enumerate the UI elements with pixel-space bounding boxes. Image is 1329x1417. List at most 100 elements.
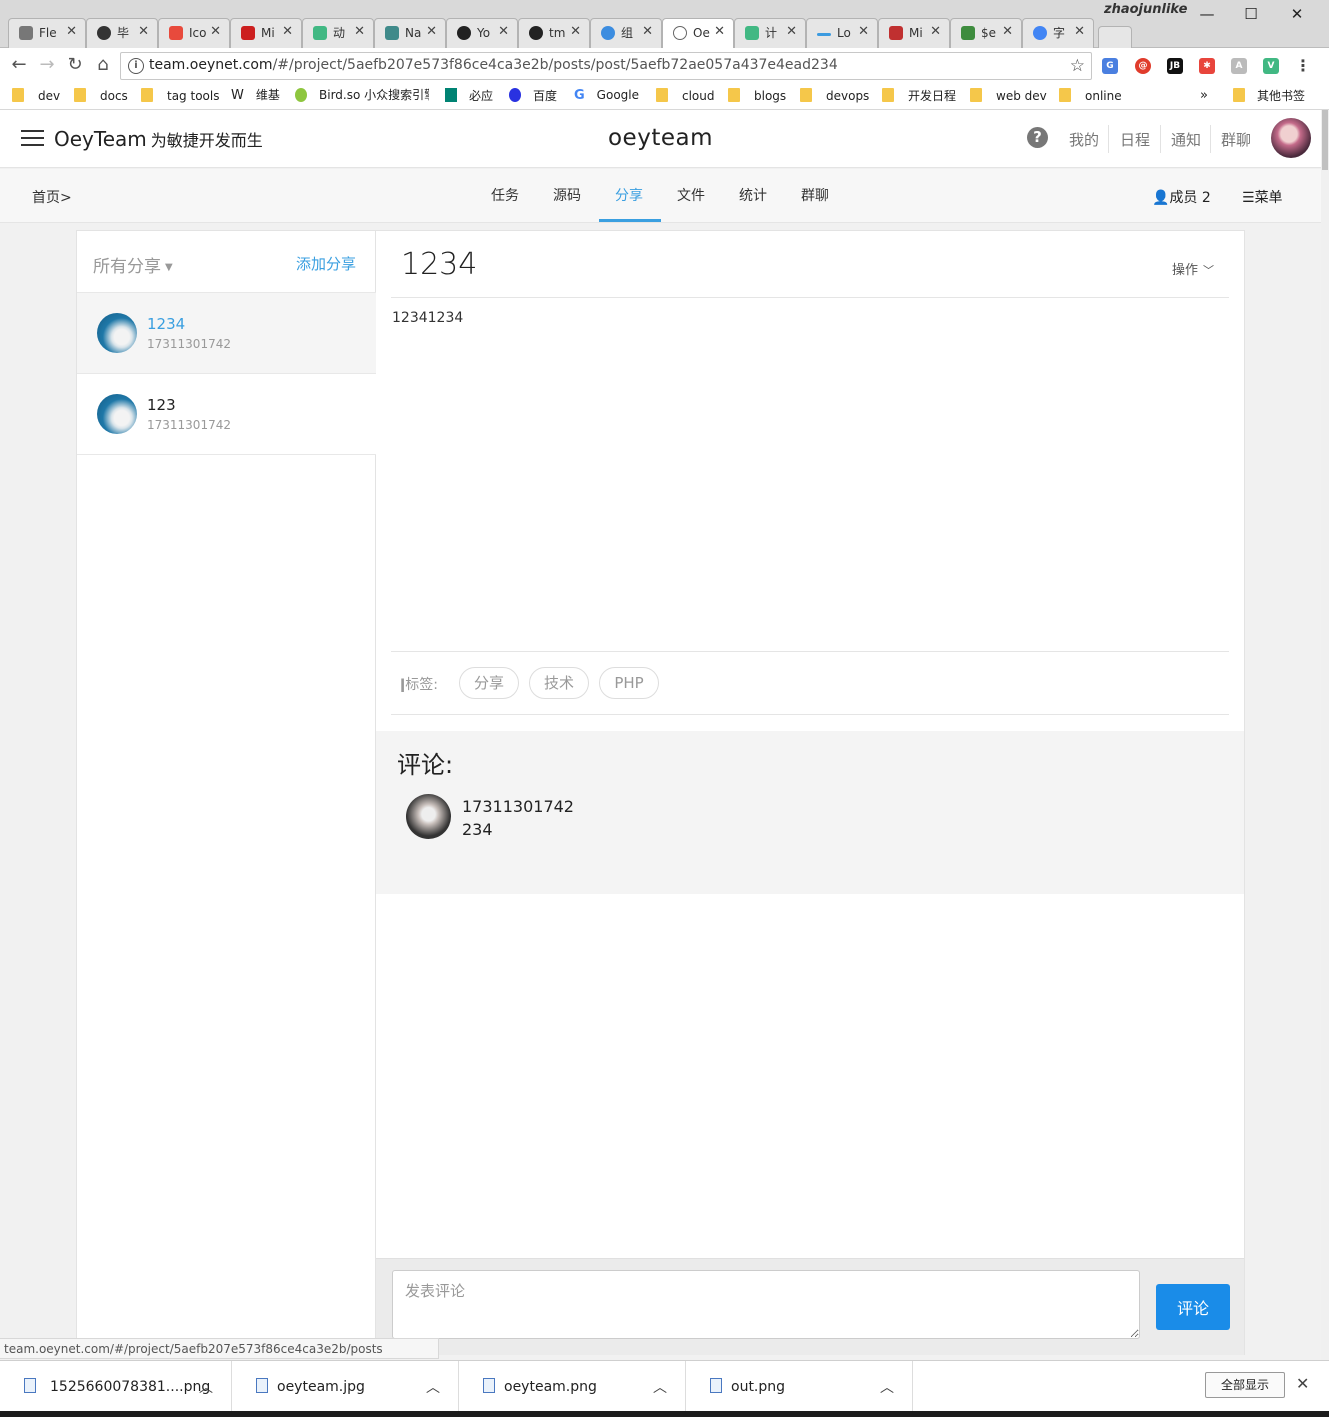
user-avatar[interactable]: [1271, 118, 1311, 158]
maximize-icon[interactable]: ☐: [1229, 2, 1273, 26]
download-item[interactable]: out.png ︿: [686, 1361, 913, 1412]
submit-comment-button[interactable]: 评论: [1156, 1284, 1230, 1330]
browser-tab[interactable]: 计 ✕: [734, 18, 806, 48]
close-tab-icon[interactable]: ✕: [210, 25, 221, 39]
extension-icon[interactable]: ✱: [1199, 58, 1215, 74]
close-window-icon[interactable]: ✕: [1275, 2, 1319, 26]
tab-stats[interactable]: 统计: [739, 185, 767, 205]
browser-tab[interactable]: Na ✕: [374, 18, 446, 48]
address-url[interactable]: team.oeynet.com/#/project/5aefb207e573f8…: [149, 57, 838, 73]
bookmark-item[interactable]: 开发日程: [882, 88, 956, 104]
chevron-up-icon[interactable]: ︿: [426, 1377, 440, 1397]
browser-tab[interactable]: Fle ✕: [8, 18, 86, 48]
jetbrains-extension-icon[interactable]: JB: [1167, 58, 1183, 74]
browser-tab-active[interactable]: Oe ✕: [662, 18, 734, 49]
browser-tab[interactable]: Mi ✕: [230, 18, 302, 48]
browser-tab[interactable]: 组 ✕: [590, 18, 662, 48]
close-tab-icon[interactable]: ✕: [1002, 25, 1013, 39]
close-tab-icon[interactable]: ✕: [426, 25, 437, 39]
download-item[interactable]: oeyteam.jpg ︿: [232, 1361, 459, 1412]
header-link-notifications[interactable]: 通知: [1171, 129, 1201, 150]
tag-chip[interactable]: 分享: [459, 667, 519, 699]
page-scrollbar[interactable]: [1321, 110, 1329, 1360]
browser-tab[interactable]: 字 ✕: [1022, 18, 1094, 48]
back-icon[interactable]: ←: [6, 52, 32, 78]
share-filter-dropdown[interactable]: 所有分享 ▼: [93, 252, 173, 277]
bookmark-item[interactable]: web dev: [970, 88, 1047, 104]
close-tab-icon[interactable]: ✕: [930, 25, 941, 39]
chevron-up-icon[interactable]: ︿: [880, 1377, 894, 1397]
header-link-mine[interactable]: 我的: [1069, 129, 1099, 150]
bookmark-item[interactable]: 百度: [509, 88, 557, 104]
tab-tasks[interactable]: 任务: [491, 185, 519, 205]
translate-extension-icon[interactable]: G: [1102, 58, 1118, 74]
tab-share[interactable]: 分享: [615, 185, 643, 205]
help-icon[interactable]: ?: [1027, 127, 1048, 148]
vue-devtools-icon[interactable]: V: [1263, 58, 1279, 74]
address-bar[interactable]: i team.oeynet.com/#/project/5aefb207e573…: [120, 52, 1092, 80]
minimize-icon[interactable]: —: [1185, 2, 1229, 26]
header-link-calendar[interactable]: 日程: [1120, 129, 1150, 150]
show-all-downloads-button[interactable]: 全部显示: [1205, 1372, 1285, 1398]
header-link-group-chat[interactable]: 群聊: [1221, 129, 1251, 150]
close-tab-icon[interactable]: ✕: [1074, 25, 1085, 39]
bookmark-item[interactable]: G Google: [574, 88, 639, 103]
browser-tab[interactable]: Mi ✕: [878, 18, 950, 48]
browser-tab[interactable]: 动 ✕: [302, 18, 374, 48]
bookmark-star-icon[interactable]: ☆: [1070, 56, 1085, 76]
download-item[interactable]: 1525660078381....png ︿: [0, 1361, 232, 1412]
menu-button[interactable]: ☰菜单: [1242, 187, 1283, 207]
browser-tab[interactable]: $e ✕: [950, 18, 1022, 48]
close-tab-icon[interactable]: ✕: [714, 25, 725, 39]
close-downloads-icon[interactable]: ✕: [1296, 1374, 1309, 1393]
comment-input[interactable]: [392, 1270, 1140, 1339]
chevron-up-icon[interactable]: ︿: [199, 1377, 213, 1397]
bookmark-item[interactable]: 必应: [445, 88, 493, 104]
members-button[interactable]: 👤成员 2: [1152, 187, 1211, 207]
close-tab-icon[interactable]: ✕: [354, 25, 365, 39]
close-tab-icon[interactable]: ✕: [66, 25, 77, 39]
browser-tab[interactable]: tm ✕: [518, 18, 590, 48]
bookmark-item[interactable]: devops: [800, 88, 869, 104]
browser-tab[interactable]: 毕 ✕: [86, 18, 158, 48]
close-tab-icon[interactable]: ✕: [282, 25, 293, 39]
share-list-item[interactable]: 123 17311301742: [77, 374, 376, 455]
other-bookmarks[interactable]: 其他书签: [1233, 88, 1305, 104]
close-tab-icon[interactable]: ✕: [570, 25, 581, 39]
close-tab-icon[interactable]: ✕: [138, 25, 149, 39]
tag-chip[interactable]: 技术: [529, 667, 589, 699]
browser-menu-icon[interactable]: ⋮: [1295, 58, 1311, 74]
bookmark-item[interactable]: cloud: [656, 88, 715, 104]
tab-files[interactable]: 文件: [677, 185, 705, 205]
home-icon[interactable]: ⌂: [90, 52, 116, 78]
browser-tab[interactable]: Lo ✕: [806, 18, 878, 48]
close-tab-icon[interactable]: ✕: [642, 25, 653, 39]
bookmark-item[interactable]: blogs: [728, 88, 786, 104]
extension-icon[interactable]: A: [1231, 58, 1247, 74]
bookmarks-overflow-icon[interactable]: »: [1200, 88, 1208, 103]
bookmark-item[interactable]: tag tools: [141, 88, 219, 104]
bookmark-item[interactable]: Bird.so 小众搜索引擎: [295, 88, 429, 104]
close-tab-icon[interactable]: ✕: [498, 25, 509, 39]
post-actions-dropdown[interactable]: 操作 ﹀: [1172, 259, 1214, 278]
browser-tab[interactable]: Ico ✕: [158, 18, 230, 48]
browser-user-name[interactable]: zhaojunlike: [1104, 2, 1187, 17]
tab-source[interactable]: 源码: [553, 185, 581, 205]
tab-group-chat[interactable]: 群聊: [801, 185, 829, 205]
info-icon[interactable]: i: [128, 58, 144, 74]
extension-icon[interactable]: @: [1135, 58, 1151, 74]
bookmark-item[interactable]: docs: [74, 88, 128, 104]
forward-icon[interactable]: →: [34, 52, 60, 78]
share-list-item[interactable]: 1234 17311301742: [77, 293, 376, 374]
tag-chip[interactable]: PHP: [599, 667, 659, 699]
new-tab-button[interactable]: [1098, 26, 1132, 48]
browser-tab[interactable]: Yo ✕: [446, 18, 518, 48]
download-item[interactable]: oeyteam.png ︿: [459, 1361, 686, 1412]
bookmark-item[interactable]: online: [1059, 88, 1122, 104]
breadcrumb[interactable]: 首页>: [32, 187, 72, 207]
reload-icon[interactable]: ↻: [62, 52, 88, 78]
scrollbar-thumb[interactable]: [1322, 110, 1328, 170]
add-share-button[interactable]: 添加分享: [296, 253, 356, 274]
close-tab-icon[interactable]: ✕: [786, 25, 797, 39]
chevron-up-icon[interactable]: ︿: [653, 1377, 667, 1397]
